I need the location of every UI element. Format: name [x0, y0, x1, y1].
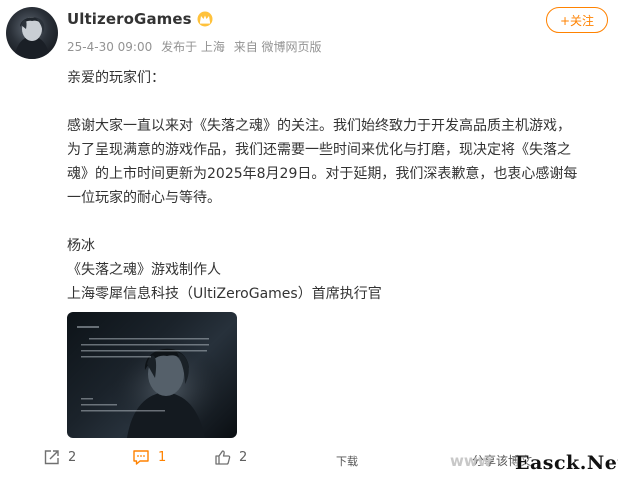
author-row: UltizeroGames: [67, 10, 214, 28]
thumbs-up-icon: [215, 450, 231, 465]
post-image[interactable]: [67, 312, 237, 438]
watermark-faint: www: [450, 452, 492, 470]
comment-count: 1: [158, 450, 167, 465]
comment-button[interactable]: 1: [132, 449, 166, 466]
follow-button[interactable]: +关注: [546, 7, 608, 33]
post-source: 来自 微博网页版: [233, 40, 322, 54]
username[interactable]: UltizeroGames: [67, 10, 192, 28]
post-location: 发布于 上海: [161, 40, 225, 54]
post-date[interactable]: 25-4-30 09:00: [67, 40, 152, 54]
signature-company: 上海零犀信息科技（UltiZeroGames）首席执行官: [67, 286, 382, 302]
body-line: 一位玩家的耐心与等待。: [67, 190, 221, 206]
avatar[interactable]: [6, 7, 58, 59]
repost-button[interactable]: 2: [43, 449, 76, 466]
post-body: 亲爱的玩家们： 感谢大家一直以来对《失落之魂》的关注。我们始终致力于开发高品质主…: [67, 66, 612, 306]
download-button[interactable]: 下载: [336, 453, 358, 469]
like-count: 2: [239, 450, 248, 465]
crown-icon: [197, 11, 213, 27]
post-meta: 25-4-30 09:00 发布于 上海 来自 微博网页版: [67, 38, 327, 55]
repost-icon: [44, 450, 59, 465]
body-line: 感谢大家一直以来对《失落之魂》的关注。我们始终致力于开发高品质主机游戏，: [67, 118, 571, 134]
greeting: 亲爱的玩家们：: [67, 70, 165, 86]
signature-name: 杨冰: [67, 238, 95, 254]
signature-title: 《失落之魂》游戏制作人: [67, 262, 221, 278]
like-button[interactable]: 2: [214, 449, 247, 466]
repost-count: 2: [68, 450, 77, 465]
comment-icon: [133, 450, 149, 465]
site-watermark: Easck.Net: [515, 452, 618, 474]
body-line: 为了呈现满意的游戏作品，我们还需要一些时间来优化与打磨，现决定将《失落之: [67, 142, 571, 158]
body-line: 魂》的上市时间更新为2025年8月29日。对于延期，我们深表歉意，也衷心感谢每: [67, 166, 578, 182]
